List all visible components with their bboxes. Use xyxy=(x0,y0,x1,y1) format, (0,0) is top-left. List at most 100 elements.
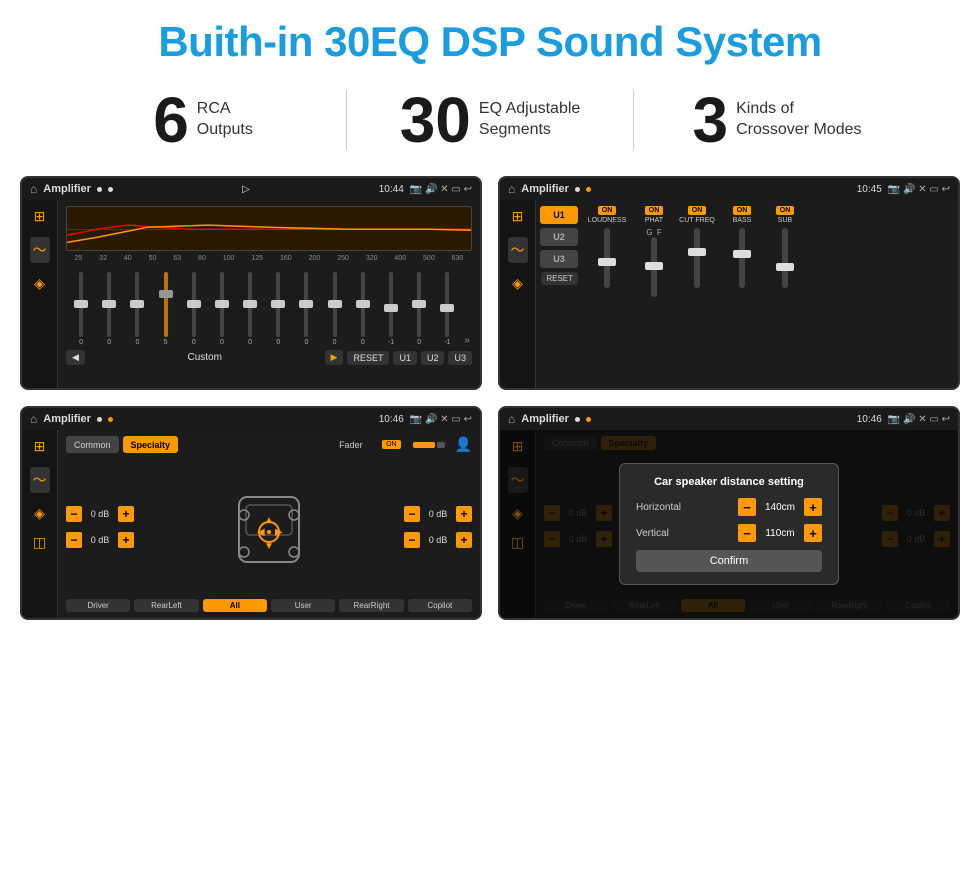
btn-copilot[interactable]: Copilot xyxy=(408,599,472,612)
btn-rearleft[interactable]: RearLeft xyxy=(134,599,198,612)
horizontal-plus-btn[interactable]: + xyxy=(804,498,822,516)
eq-prev-btn[interactable]: ◀ xyxy=(66,350,85,365)
vol-plus-fr[interactable]: + xyxy=(456,506,472,522)
sidebar-wave-icon-3[interactable]: 〜 xyxy=(30,467,50,493)
horizontal-label: Horizontal xyxy=(636,502,681,513)
screen-sidebar-3: ⊞ 〜 ◈ ◫ xyxy=(22,430,58,618)
bass-label: BASS xyxy=(733,217,752,224)
left-vol-controls: − 0 dB + − 0 dB + xyxy=(66,459,134,595)
eq-slider-5: 0 xyxy=(209,272,235,346)
cutfreq-on[interactable]: ON xyxy=(688,206,707,215)
stat-crossover: 3 Kinds ofCrossover Modes xyxy=(634,88,920,152)
bass-slider[interactable] xyxy=(739,228,745,288)
phat-section: ON PHAT G F xyxy=(635,206,673,382)
phat-on[interactable]: ON xyxy=(645,206,664,215)
sidebar-wave-icon-2[interactable]: 〜 xyxy=(508,237,528,263)
svg-text:◀: ◀ xyxy=(257,527,265,538)
sidebar-wave-icon[interactable]: 〜 xyxy=(30,237,50,263)
vol-minus-rr[interactable]: − xyxy=(404,532,420,548)
crossover-main: U1 U2 U3 RESET ON LOUDNESS xyxy=(536,200,958,388)
eq-u1-btn[interactable]: U1 xyxy=(393,351,417,365)
confirm-button[interactable]: Confirm xyxy=(636,550,822,572)
sidebar-vol-icon-2[interactable]: ◈ xyxy=(512,275,523,292)
eq-u2-btn[interactable]: U2 xyxy=(421,351,445,365)
vol-control-fl: − 0 dB + xyxy=(66,506,134,522)
modal-horizontal-row: Horizontal − 140cm + xyxy=(636,498,822,516)
vol-minus-rl[interactable]: − xyxy=(66,532,82,548)
eq-slider-8: 0 xyxy=(293,272,319,346)
status-time-3: 10:46 xyxy=(379,414,404,425)
status-icons-3: 📷 🔊 ✕ ▭ ↩ xyxy=(410,414,472,425)
stat-number-rca: 6 xyxy=(153,88,189,152)
loudness-label: LOUDNESS xyxy=(588,217,627,224)
eq-slider-13: -1 xyxy=(434,272,460,346)
crossover-controls: ON LOUDNESS ON PHAT G F xyxy=(582,206,954,382)
screen-content-2: ⊞ 〜 ◈ U1 U2 U3 RESET ON LOUDNESS xyxy=(500,200,958,388)
fader-tab-common[interactable]: Common xyxy=(66,436,119,453)
vol-plus-rl[interactable]: + xyxy=(118,532,134,548)
cutfreq-label: CUT FREQ xyxy=(679,217,715,224)
vol-minus-fr[interactable]: − xyxy=(404,506,420,522)
sub-section: ON SUB xyxy=(766,206,804,382)
vol-plus-fl[interactable]: + xyxy=(118,506,134,522)
bass-on[interactable]: ON xyxy=(733,206,752,215)
eq-bottom-controls: ◀ Custom ▶ RESET U1 U2 U3 xyxy=(66,350,472,365)
channel-u2-btn[interactable]: U2 xyxy=(540,228,578,246)
app-name-4: Amplifier xyxy=(521,413,569,425)
btn-rearright[interactable]: RearRight xyxy=(339,599,403,612)
channel-u3-btn[interactable]: U3 xyxy=(540,250,578,268)
status-bar-4: ⌂ Amplifier 10:46 📷 🔊 ✕ ▭ ↩ xyxy=(500,408,958,430)
vol-value-fl: 0 dB xyxy=(86,509,114,519)
sidebar-eq-icon-2[interactable]: ⊞ xyxy=(512,208,524,225)
stat-label-rca: RCAOutputs xyxy=(197,99,253,141)
eq-graph xyxy=(66,206,472,251)
right-vol-controls: − 0 dB + − 0 dB + xyxy=(404,459,472,595)
modal-vertical-row: Vertical − 110cm + xyxy=(636,524,822,542)
btn-all[interactable]: All xyxy=(203,599,267,612)
screen-content-1: ⊞ 〜 ◈ 2532405063801001251602002503204005… xyxy=(22,200,480,388)
btn-driver[interactable]: Driver xyxy=(66,599,130,612)
app-name-2: Amplifier xyxy=(521,183,569,195)
status-bar-2: ⌂ Amplifier 10:45 📷 🔊 ✕ ▭ ↩ xyxy=(500,178,958,200)
loudness-on[interactable]: ON xyxy=(598,206,617,215)
sub-slider[interactable] xyxy=(782,228,788,288)
crossover-channels: U1 U2 U3 RESET xyxy=(540,206,578,382)
sidebar-vol-icon-3[interactable]: ◈ xyxy=(34,505,45,522)
horizontal-minus-btn[interactable]: − xyxy=(738,498,756,516)
stat-number-eq: 30 xyxy=(400,88,471,152)
eq-slider-1: 0 xyxy=(96,272,122,346)
fader-on-btn[interactable]: ON xyxy=(382,440,401,449)
sub-label: SUB xyxy=(778,217,792,224)
eq-reset-btn[interactable]: RESET xyxy=(347,351,389,365)
sidebar-eq-icon[interactable]: ⊞ xyxy=(34,208,46,225)
stat-label-crossover: Kinds ofCrossover Modes xyxy=(736,99,861,141)
status-bar-3: ⌂ Amplifier 10:46 📷 🔊 ✕ ▭ ↩ xyxy=(22,408,480,430)
eq-play-btn[interactable]: ▶ xyxy=(325,350,344,365)
cutfreq-slider[interactable] xyxy=(694,228,700,288)
vol-minus-fl[interactable]: − xyxy=(66,506,82,522)
sub-on[interactable]: ON xyxy=(776,206,795,215)
loudness-slider[interactable] xyxy=(604,228,610,288)
crossover-reset-btn[interactable]: RESET xyxy=(541,272,578,285)
svg-text:▼: ▼ xyxy=(264,541,274,552)
vertical-plus-btn[interactable]: + xyxy=(804,524,822,542)
eq-slider-7: 0 xyxy=(265,272,291,346)
sidebar-speaker-icon-3[interactable]: ◫ xyxy=(33,534,46,551)
fader-tab-specialty[interactable]: Specialty xyxy=(123,436,179,453)
status-time-2: 10:45 xyxy=(857,184,882,195)
modal-box: Car speaker distance setting Horizontal … xyxy=(619,463,839,585)
vol-plus-rr[interactable]: + xyxy=(456,532,472,548)
sidebar-eq-icon-3[interactable]: ⊞ xyxy=(34,438,46,455)
channel-u1-btn[interactable]: U1 xyxy=(540,206,578,224)
vol-value-rr: 0 dB xyxy=(424,535,452,545)
bottom-btns-3: Driver RearLeft All User RearRight Copil… xyxy=(66,599,472,612)
screen-sidebar-1: ⊞ 〜 ◈ xyxy=(22,200,58,388)
eq-slider-3: 5 xyxy=(153,272,179,346)
app-name-1: Amplifier xyxy=(43,183,91,195)
status-time-4: 10:46 xyxy=(857,414,882,425)
eq-u3-btn[interactable]: U3 xyxy=(448,351,472,365)
sidebar-vol-icon[interactable]: ◈ xyxy=(34,275,45,292)
vertical-minus-btn[interactable]: − xyxy=(738,524,756,542)
phat-slider[interactable] xyxy=(651,237,657,297)
btn-user[interactable]: User xyxy=(271,599,335,612)
